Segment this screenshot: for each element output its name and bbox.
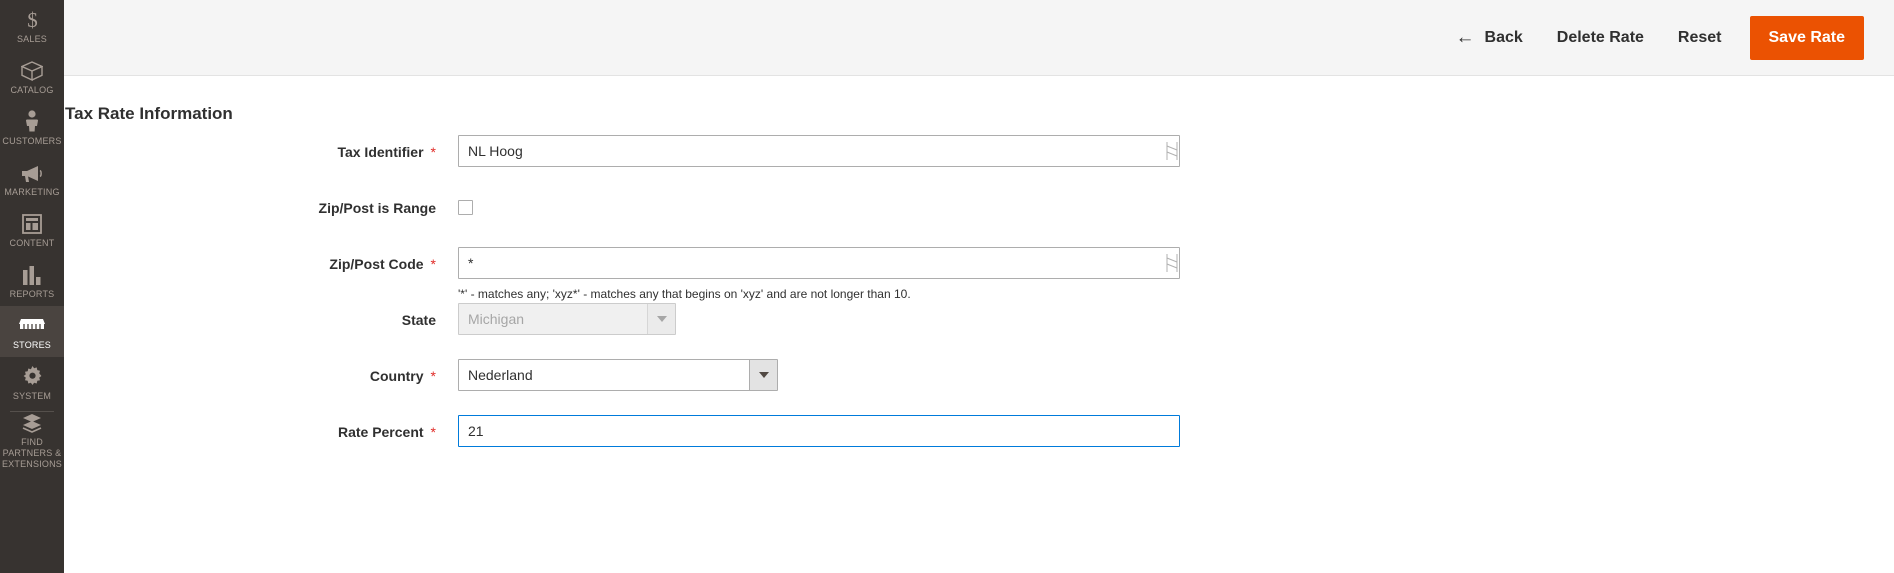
field-row-country: Country * Nederland	[64, 359, 1894, 415]
sidebar-item-marketing[interactable]: MARKETING	[0, 153, 64, 204]
country-select-value: Nederland	[459, 360, 749, 390]
country-label-text: Country	[369, 368, 424, 384]
field-row-zip-is-range: Zip/Post is Range	[64, 191, 1894, 247]
sidebar-item-label: CUSTOMERS	[2, 136, 62, 146]
store-icon	[19, 314, 45, 336]
resize-handle-icon[interactable]	[1166, 140, 1178, 162]
reset-button[interactable]: Reset	[1678, 29, 1722, 47]
admin-sidebar: $ SALES CATALOG CUSTOMERS MARKETING CONT…	[0, 0, 64, 573]
tax-rate-form: Tax Identifier* Zip/Post is	[64, 135, 1894, 471]
field-row-tax-identifier: Tax Identifier *	[64, 135, 1894, 191]
rate-percent-control	[436, 415, 1894, 447]
field-row-state: State Michigan	[64, 303, 1894, 359]
delete-rate-button[interactable]: Delete Rate	[1557, 29, 1644, 47]
layout-icon	[22, 212, 42, 234]
zip-code-hint: '*' - matches any; 'xyz*' - matches any …	[458, 287, 911, 301]
tax-identifier-input[interactable]	[458, 135, 1180, 167]
sidebar-item-reports[interactable]: REPORTS	[0, 255, 64, 306]
megaphone-icon	[20, 161, 44, 183]
arrow-left-icon: ←	[1455, 27, 1475, 48]
main-content: ← Back Delete Rate Reset Save Rate Tax R…	[64, 0, 1894, 573]
dollar-icon: $	[25, 8, 40, 30]
sidebar-item-catalog[interactable]: CATALOG	[0, 51, 64, 102]
sidebar-item-label: CATALOG	[10, 85, 54, 95]
zip-code-control: '*' - matches any; 'xyz*' - matches any …	[436, 247, 1894, 302]
extensions-icon	[21, 413, 43, 433]
sidebar-item-stores[interactable]: STORES	[0, 306, 64, 357]
zip-code-label: Zip/Post Code *	[64, 247, 436, 272]
sidebar-item-content[interactable]: CONTENT	[0, 204, 64, 255]
sidebar-item-label: MARKETING	[4, 187, 60, 197]
save-rate-button[interactable]: Save Rate	[1749, 15, 1864, 60]
chevron-down-icon	[647, 304, 675, 334]
sidebar-divider	[10, 411, 54, 412]
resize-handle-icon[interactable]	[1166, 252, 1178, 274]
state-select: Michigan	[458, 303, 676, 335]
rate-percent-label: Rate Percent *	[64, 415, 436, 440]
state-label: State	[64, 303, 436, 328]
zip-code-label-text: Zip/Post Code	[329, 256, 424, 272]
back-button-label: Back	[1484, 28, 1523, 46]
state-select-value: Michigan	[459, 304, 647, 334]
sidebar-item-find-partners-extensions[interactable]: FIND PARTNERS & EXTENSIONS	[0, 413, 64, 469]
tax-identifier-label: Tax Identifier *	[64, 135, 436, 160]
zip-is-range-label-text: Zip/Post is Range	[318, 200, 436, 216]
sidebar-item-label: CONTENT	[9, 238, 55, 248]
admin-page: $ SALES CATALOG CUSTOMERS MARKETING CONT…	[0, 0, 1894, 573]
state-control: Michigan	[436, 303, 1894, 335]
sidebar-item-label: SALES	[16, 34, 48, 44]
zip-is-range-label: Zip/Post is Range	[64, 191, 436, 216]
chevron-down-icon[interactable]	[749, 360, 777, 390]
rate-percent-label-text: Rate Percent	[337, 424, 424, 440]
field-row-rate-percent: Rate Percent *	[64, 415, 1894, 471]
country-select[interactable]: Nederland	[458, 359, 778, 391]
rate-percent-input-wrap	[458, 415, 1180, 447]
country-label: Country *	[64, 359, 436, 384]
sidebar-item-label: REPORTS	[9, 289, 55, 299]
tax-identifier-control	[436, 135, 1894, 167]
field-row-zip-code: Zip/Post Code* '*' - matches any; 'xyz*'…	[64, 247, 1894, 303]
tax-rate-form-container: Tax Rate Information Tax Identifier * NL…	[64, 104, 1894, 471]
sidebar-item-system[interactable]: SYSTEM	[0, 357, 64, 408]
sidebar-item-customers[interactable]: CUSTOMERS	[0, 102, 64, 153]
sidebar-item-label: SYSTEM	[12, 391, 52, 401]
page-title: Tax Rate Information	[65, 104, 233, 123]
rate-percent-input[interactable]	[458, 415, 1180, 447]
country-control: Nederland	[436, 359, 1894, 391]
sidebar-item-label: FIND PARTNERS & EXTENSIONS	[1, 436, 62, 469]
box-icon	[21, 59, 43, 81]
zip-code-input-wrap	[458, 247, 1180, 279]
person-icon	[24, 110, 40, 132]
sidebar-item-label: STORES	[12, 340, 52, 350]
state-label-text: State	[401, 312, 436, 328]
back-button[interactable]: ← Back	[1456, 28, 1523, 47]
zip-is-range-checkbox[interactable]	[458, 200, 473, 215]
zip-is-range-control	[436, 191, 1894, 215]
gear-icon	[22, 365, 43, 387]
tax-identifier-input-wrap	[458, 135, 1180, 167]
bar-chart-icon	[22, 263, 42, 285]
page-actions-toolbar: ← Back Delete Rate Reset Save Rate	[64, 0, 1894, 76]
sidebar-item-sales[interactable]: $ SALES	[0, 0, 64, 51]
tax-identifier-label-text: Tax Identifier	[337, 144, 424, 160]
svg-text:$: $	[27, 9, 38, 30]
zip-code-input[interactable]	[458, 247, 1180, 279]
